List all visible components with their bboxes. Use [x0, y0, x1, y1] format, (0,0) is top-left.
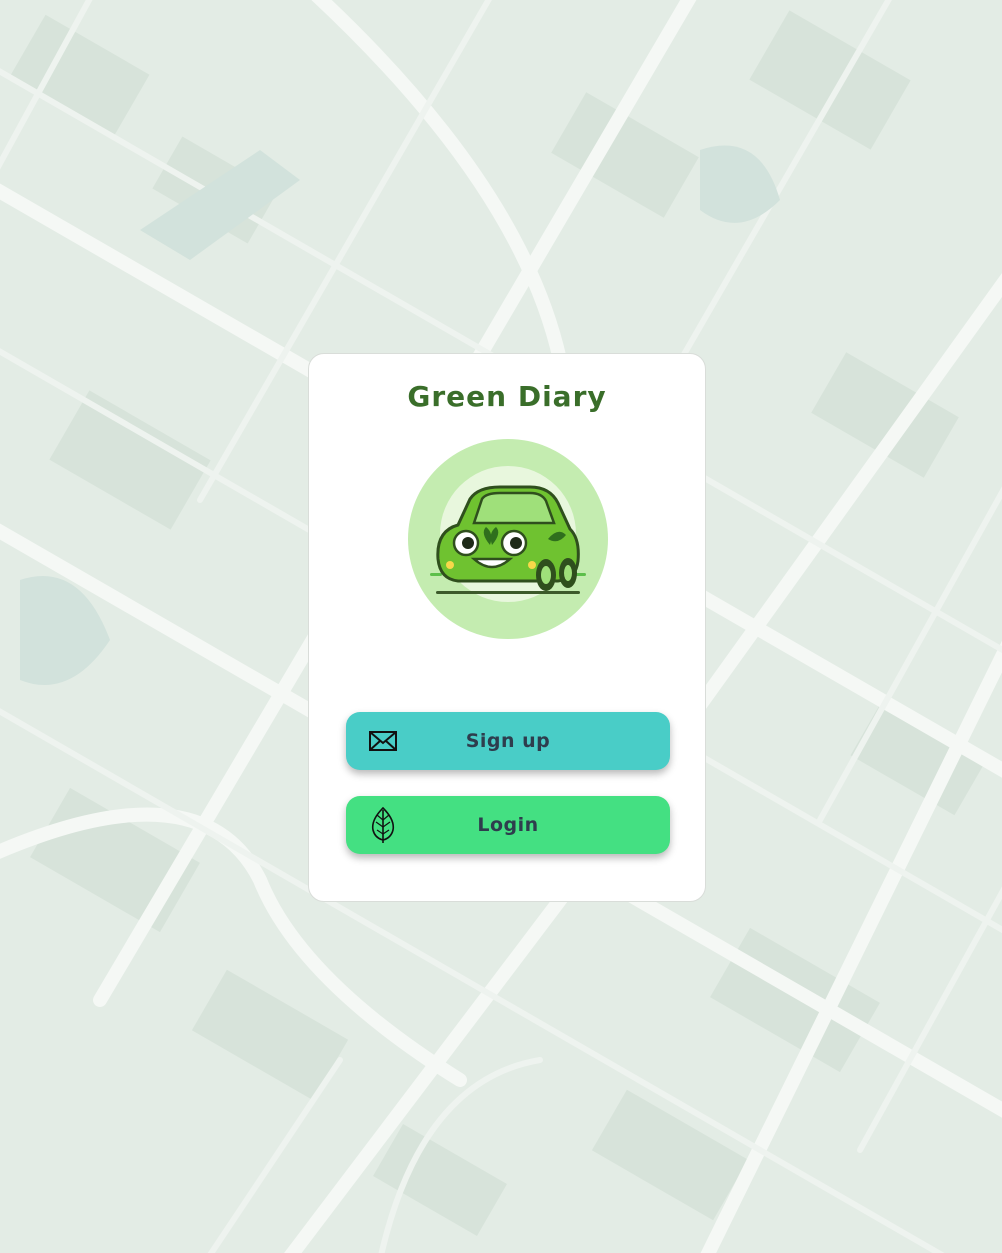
signup-label: Sign up	[465, 730, 551, 752]
app-title: Green Diary	[407, 380, 607, 413]
car-mascot-icon	[408, 439, 608, 639]
login-label: Login	[477, 814, 539, 836]
app-logo	[408, 439, 608, 639]
welcome-card: Green Diary Sign up Login	[308, 353, 706, 902]
login-button[interactable]: Login	[346, 796, 670, 854]
envelope-icon	[368, 721, 398, 761]
leaf-icon	[368, 805, 398, 845]
signup-button[interactable]: Sign up	[346, 712, 670, 770]
